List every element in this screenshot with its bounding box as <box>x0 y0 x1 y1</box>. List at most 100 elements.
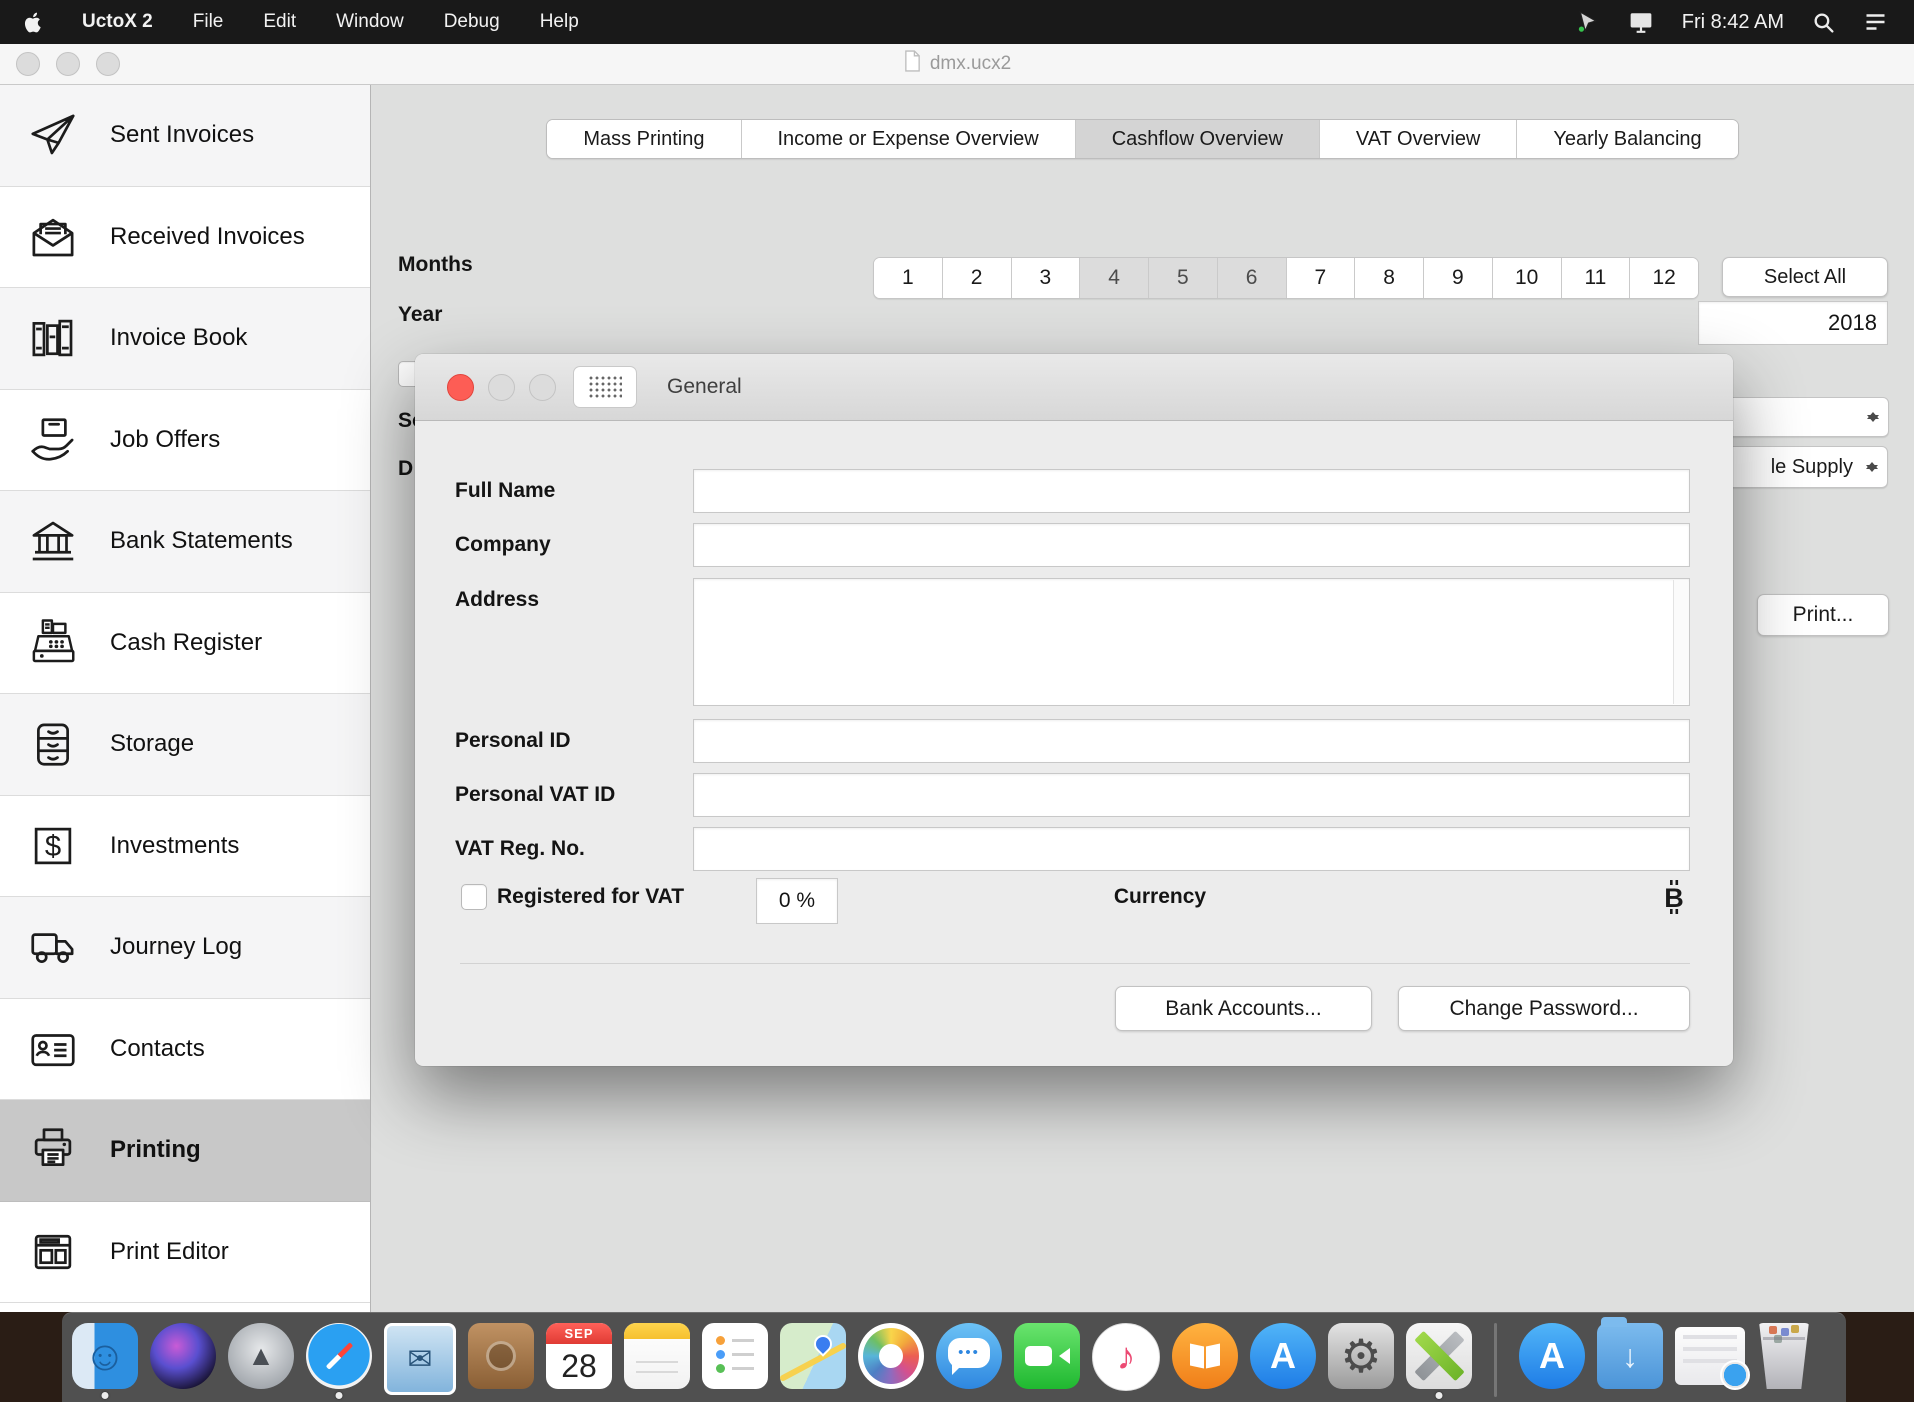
photos-icon[interactable] <box>858 1323 924 1389</box>
month-button-1[interactable]: 1 <box>874 258 942 298</box>
months-segmented-control: 123456789101112 <box>873 257 1699 299</box>
month-button-9[interactable]: 9 <box>1423 258 1492 298</box>
mail-icon[interactable]: ✉ <box>384 1323 456 1395</box>
company-label: Company <box>455 523 551 567</box>
app-store-alt-icon[interactable]: A <box>1519 1323 1585 1389</box>
safari-icon[interactable] <box>306 1323 372 1389</box>
facetime-icon[interactable] <box>1014 1323 1080 1389</box>
contacts-app-icon[interactable] <box>468 1323 534 1389</box>
sidebar-item-journey-log[interactable]: Journey Log <box>0 897 370 999</box>
sidebar-item-label: Bank Statements <box>110 527 293 555</box>
sidebar-item-label: Received Invoices <box>110 223 305 251</box>
company-input[interactable] <box>693 523 1690 567</box>
menu-window[interactable]: Window <box>336 11 404 33</box>
paper-plane-icon <box>26 108 80 162</box>
reminders-icon[interactable] <box>702 1323 768 1389</box>
sidebar-item-print-editor[interactable]: Print Editor <box>0 1202 370 1304</box>
bitcoin-currency-icon[interactable]: B <box>1657 875 1691 919</box>
registered-for-vat-checkbox[interactable] <box>461 884 487 910</box>
sidebar-item-cash-register[interactable]: Cash Register <box>0 593 370 695</box>
month-button-8[interactable]: 8 <box>1354 258 1423 298</box>
tab-vat-overview[interactable]: VAT Overview <box>1319 120 1516 158</box>
dialog-toolbar-button[interactable] <box>573 366 637 408</box>
books-icon[interactable] <box>1172 1323 1238 1389</box>
cash-register-icon <box>26 616 80 670</box>
menu-file[interactable]: File <box>193 11 224 33</box>
tab-income-or-expense-overview[interactable]: Income or Expense Overview <box>741 120 1075 158</box>
month-button-11[interactable]: 11 <box>1561 258 1630 298</box>
printer-icon <box>26 1123 80 1177</box>
menu-debug[interactable]: Debug <box>444 11 500 33</box>
sidebar-item-received-invoices[interactable]: Received Invoices <box>0 187 370 289</box>
close-window-button[interactable] <box>16 52 40 76</box>
month-button-7[interactable]: 7 <box>1286 258 1355 298</box>
menubar-clock[interactable]: Fri 8:42 AM <box>1682 11 1784 34</box>
app-store-alt-icon-glyph: A <box>1539 1335 1565 1377</box>
sidebar-item-invoice-book[interactable]: Invoice Book <box>0 288 370 390</box>
general-dialog: General Full Name Company Address Person… <box>415 354 1733 1066</box>
window-titlebar[interactable]: dmx.ucx2 <box>0 44 1914 85</box>
month-button-4[interactable]: 4 <box>1079 258 1148 298</box>
scrollbar[interactable] <box>1673 580 1688 704</box>
siri-icon[interactable] <box>150 1323 216 1389</box>
layout-icon <box>26 1225 80 1279</box>
sidebar-item-investments[interactable]: Investments <box>0 796 370 898</box>
trash-icon[interactable] <box>1757 1323 1811 1389</box>
notes-icon[interactable] <box>624 1323 690 1389</box>
vat-percent-input[interactable]: 0 % <box>756 878 838 924</box>
launchpad-icon[interactable]: ▲ <box>228 1323 294 1389</box>
month-button-2[interactable]: 2 <box>942 258 1011 298</box>
calendar-icon[interactable]: SEP28 <box>546 1323 612 1389</box>
overview-tabs: Mass PrintingIncome or Expense OverviewC… <box>546 119 1738 159</box>
notification-center-icon[interactable] <box>1863 11 1888 33</box>
minimize-window-button[interactable] <box>56 52 80 76</box>
sidebar-item-printing[interactable]: Printing <box>0 1100 370 1202</box>
month-button-10[interactable]: 10 <box>1492 258 1561 298</box>
tab-cashflow-overview[interactable]: Cashflow Overview <box>1075 120 1319 158</box>
pointer-status-icon[interactable] <box>1576 10 1600 34</box>
personal-id-input[interactable] <box>693 719 1690 763</box>
maps-icon[interactable] <box>780 1323 846 1389</box>
finder-icon[interactable]: ☺ <box>72 1323 138 1389</box>
zoom-window-button[interactable] <box>96 52 120 76</box>
menu-edit[interactable]: Edit <box>263 11 296 33</box>
messages-icon[interactable]: ••• <box>936 1323 1002 1389</box>
dialog-titlebar[interactable]: General <box>415 354 1733 421</box>
system-preferences-icon[interactable]: ⚙ <box>1328 1323 1394 1389</box>
dialog-minimize-button[interactable] <box>488 374 515 401</box>
change-password-button[interactable]: Change Password... <box>1398 986 1690 1031</box>
select-all-button[interactable]: Select All <box>1722 257 1888 297</box>
dialog-close-button[interactable] <box>447 374 474 401</box>
search-icon[interactable] <box>1812 11 1835 34</box>
sidebar-item-sent-invoices[interactable]: Sent Invoices <box>0 85 370 187</box>
month-button-5[interactable]: 5 <box>1148 258 1217 298</box>
sidebar-item-job-offers[interactable]: Job Offers <box>0 390 370 492</box>
print-button[interactable]: Print... <box>1757 594 1889 636</box>
sidebar-item-storage[interactable]: Storage <box>0 694 370 796</box>
month-button-12[interactable]: 12 <box>1629 258 1698 298</box>
downloads-folder-icon[interactable]: ↓ <box>1597 1323 1663 1389</box>
drawers-icon <box>26 717 80 771</box>
tab-yearly-balancing[interactable]: Yearly Balancing <box>1516 120 1737 158</box>
vat-reg-no-input[interactable] <box>693 827 1690 871</box>
personal-vat-id-input[interactable] <box>693 773 1690 817</box>
sidebar-item-contacts[interactable]: Contacts <box>0 999 370 1101</box>
full-name-input[interactable] <box>693 469 1690 513</box>
uctox-app-icon[interactable] <box>1406 1323 1472 1389</box>
month-button-3[interactable]: 3 <box>1011 258 1080 298</box>
year-input[interactable]: 2018 <box>1698 301 1888 345</box>
desktop-wallpaper-strip: ☺▲✉SEP28•••♪A⚙A↓ <box>0 1312 1914 1402</box>
menu-help[interactable]: Help <box>540 11 579 33</box>
minimized-window-icon[interactable] <box>1675 1327 1745 1385</box>
apple-menu-icon[interactable] <box>24 12 42 33</box>
sidebar-item-bank-statements[interactable]: Bank Statements <box>0 491 370 593</box>
menubar-app-name[interactable]: UctoX 2 <box>82 11 153 33</box>
music-icon[interactable]: ♪ <box>1092 1323 1160 1391</box>
app-store-icon[interactable]: A <box>1250 1323 1316 1389</box>
bank-accounts-button[interactable]: Bank Accounts... <box>1115 986 1372 1031</box>
month-button-6[interactable]: 6 <box>1217 258 1286 298</box>
display-status-icon[interactable] <box>1628 10 1654 34</box>
tab-mass-printing[interactable]: Mass Printing <box>547 120 740 158</box>
dialog-zoom-button[interactable] <box>529 374 556 401</box>
address-textarea[interactable] <box>693 578 1690 706</box>
